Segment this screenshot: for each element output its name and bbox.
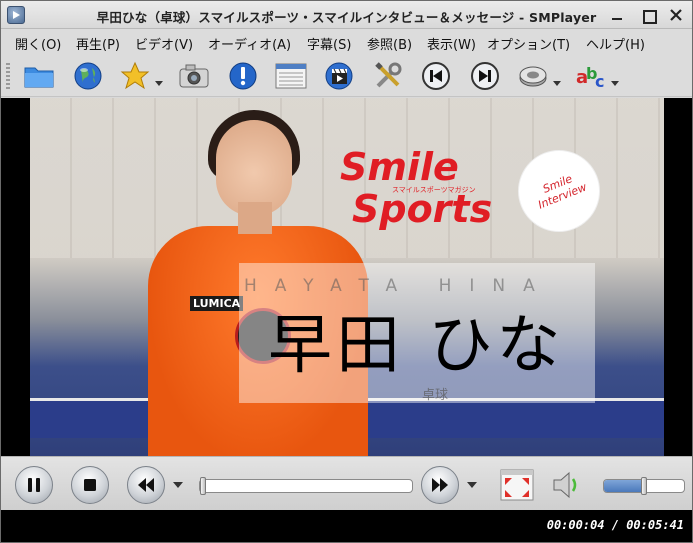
previous-track-icon[interactable] xyxy=(419,59,453,93)
control-bar xyxy=(1,456,692,510)
mute-button[interactable] xyxy=(549,467,585,503)
menu-options[interactable]: オプション(T) xyxy=(487,34,570,53)
fullscreen-button[interactable] xyxy=(499,468,535,502)
status-bar: 00:00:04 / 00:05:41 xyxy=(1,510,692,542)
maximize-icon[interactable] xyxy=(639,6,657,24)
table-tennis-table xyxy=(330,398,664,438)
next-track-icon[interactable] xyxy=(468,59,502,93)
menu-bar: 開く(O) 再生(P) ビデオ(V) オーディオ(A) 字幕(S) 参照(B) … xyxy=(1,29,692,55)
info-icon[interactable] xyxy=(226,59,260,93)
rewind-dropdown-icon[interactable] xyxy=(173,482,183,488)
svg-text:c: c xyxy=(595,72,604,91)
star-favorites-icon[interactable] xyxy=(118,59,152,93)
subtitle-dropdown-icon[interactable] xyxy=(611,81,619,86)
fullscreen-icon xyxy=(500,469,534,501)
subtitle-abc-icon[interactable]: abc xyxy=(574,59,608,93)
forward-button[interactable] xyxy=(421,466,459,504)
menu-browse[interactable]: 参照(B) xyxy=(367,34,412,53)
forward-icon xyxy=(432,478,448,492)
favorites-dropdown-icon[interactable] xyxy=(155,81,163,86)
main-toolbar: abc xyxy=(1,55,692,97)
volume-level xyxy=(604,480,644,492)
smile-interview-badge: Smile Interview xyxy=(518,150,600,232)
menu-open[interactable]: 開く(O) xyxy=(15,34,61,53)
window-title: 早田ひな（卓球）スマイルスポーツ・スマイルインタビュー＆メッセージ - SMPl… xyxy=(96,10,597,25)
romaji-name: HAYATA HINA xyxy=(244,276,553,296)
volume-handle[interactable] xyxy=(641,477,647,495)
rewind-button[interactable] xyxy=(127,466,165,504)
stop-icon xyxy=(84,479,96,491)
table-tennis-table xyxy=(30,398,150,438)
video-frame: LUMICA Smile スマイルスポーツマガジン Sports Smile I… xyxy=(30,98,664,456)
badge-text: Smile Interview xyxy=(536,172,589,212)
rewind-icon xyxy=(138,478,154,492)
speaker-icon xyxy=(553,471,577,499)
folder-icon[interactable] xyxy=(22,59,56,93)
logo-smile-text: Smile xyxy=(340,145,459,189)
player-name: 早田 ひな xyxy=(268,309,565,383)
logo-sports-text: Sports xyxy=(352,187,493,231)
menu-video[interactable]: ビデオ(V) xyxy=(135,34,193,53)
menu-view[interactable]: 表示(W) xyxy=(427,34,476,53)
seek-handle[interactable] xyxy=(200,477,206,495)
menu-help[interactable]: ヘルプ(H) xyxy=(586,34,645,53)
minimize-icon[interactable] xyxy=(608,6,626,24)
audio-dropdown-icon[interactable] xyxy=(553,81,561,86)
menu-play[interactable]: 再生(P) xyxy=(76,34,120,53)
menu-subtitles[interactable]: 字幕(S) xyxy=(307,34,351,53)
clapperboard-icon[interactable] xyxy=(322,59,356,93)
tools-preferences-icon[interactable] xyxy=(371,59,405,93)
menu-audio[interactable]: オーディオ(A) xyxy=(208,34,291,53)
video-area[interactable]: LUMICA Smile スマイルスポーツマガジン Sports Smile I… xyxy=(1,98,692,456)
sport-label: 卓球 xyxy=(422,388,449,403)
pause-icon xyxy=(28,478,40,492)
volume-slider[interactable] xyxy=(603,477,685,495)
pause-button[interactable] xyxy=(15,466,53,504)
jersey-sponsor: LUMICA xyxy=(190,296,244,311)
title-bar[interactable]: 早田ひな（卓球）スマイルスポーツ・スマイルインタビュー＆メッセージ - SMPl… xyxy=(1,1,692,29)
audio-track-icon[interactable] xyxy=(516,59,550,93)
playlist-icon[interactable] xyxy=(274,59,308,93)
seek-slider[interactable] xyxy=(199,477,413,495)
globe-icon[interactable] xyxy=(71,59,105,93)
smplayer-window: 早田ひな（卓球）スマイルスポーツ・スマイルインタビュー＆メッセージ - SMPl… xyxy=(0,0,693,543)
player-neck xyxy=(238,202,272,234)
close-icon[interactable] xyxy=(667,6,685,24)
stop-button[interactable] xyxy=(71,466,109,504)
forward-dropdown-icon[interactable] xyxy=(467,482,477,488)
toolbar-grip[interactable] xyxy=(6,63,10,89)
time-display: 00:00:04 / 00:05:41 xyxy=(546,518,684,532)
camera-screenshot-icon[interactable] xyxy=(177,59,211,93)
